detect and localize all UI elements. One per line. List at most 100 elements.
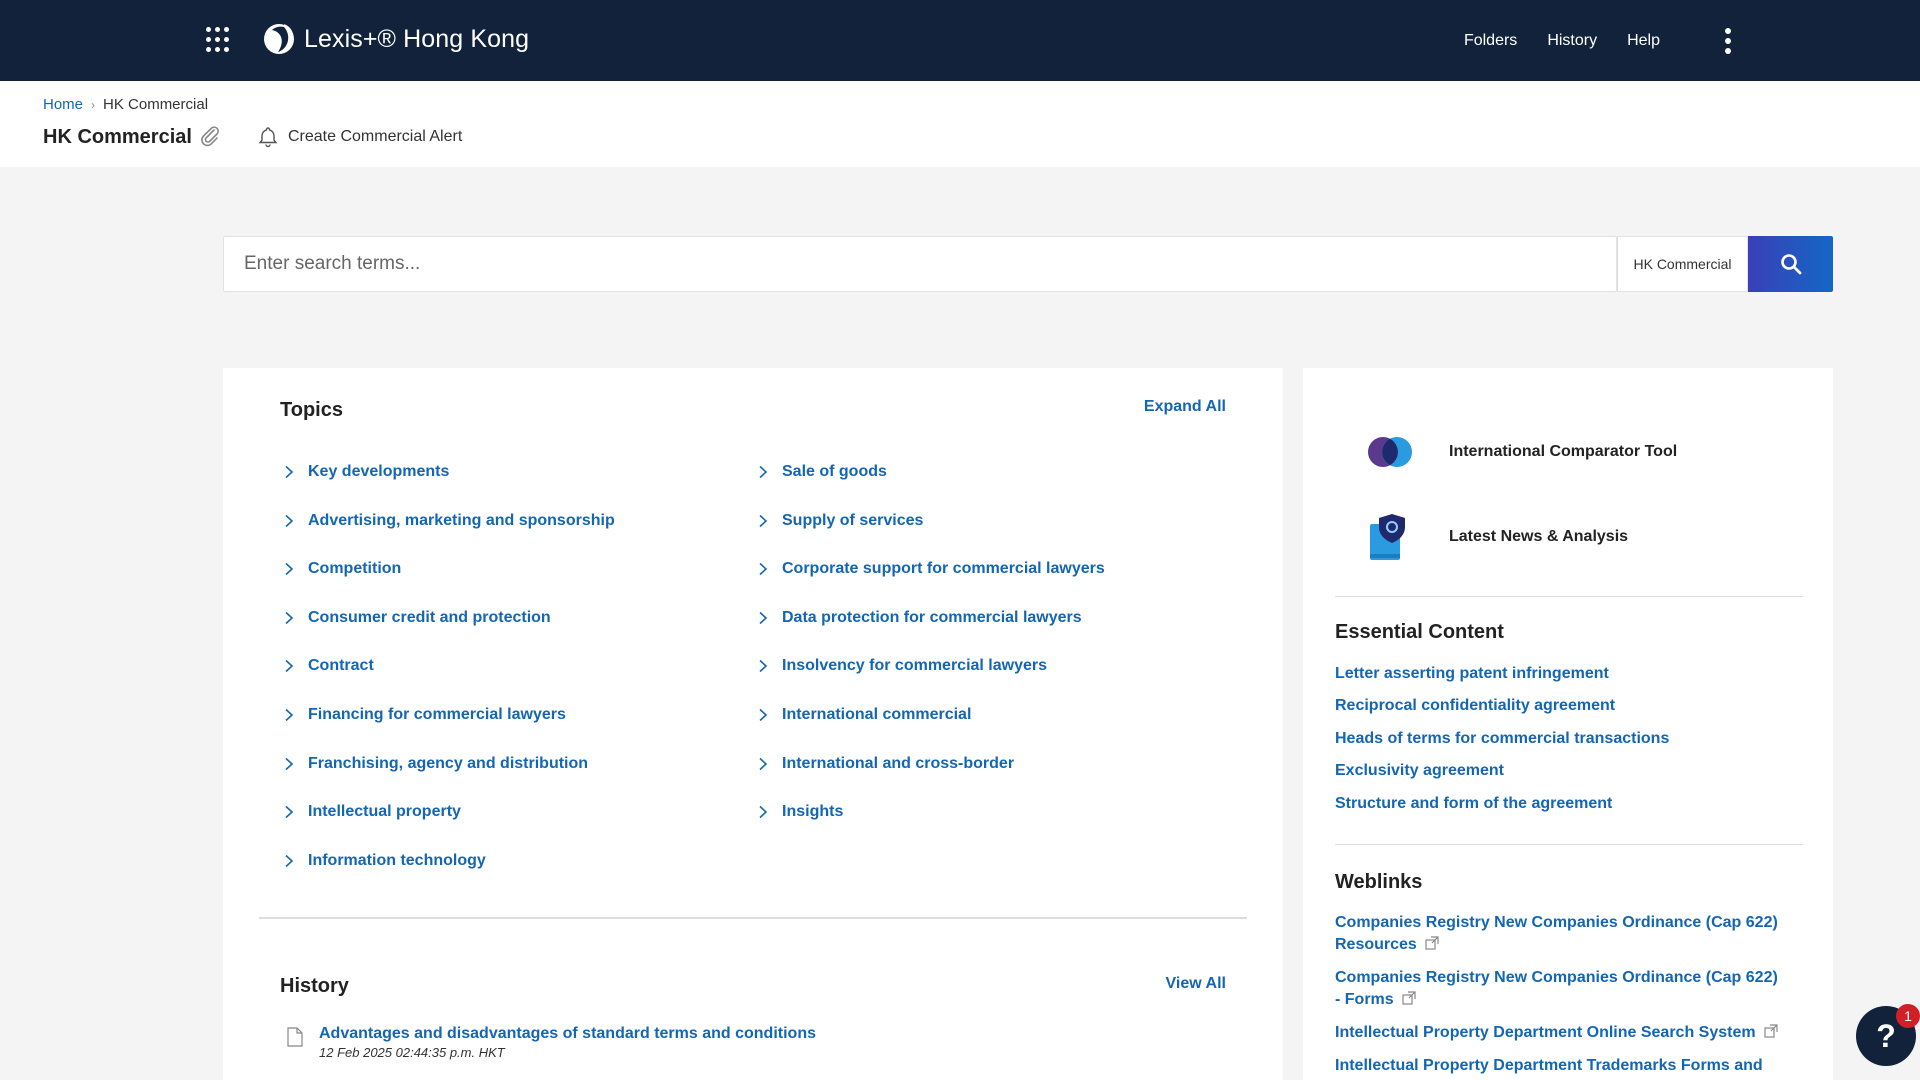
chevron-right-icon bbox=[759, 708, 768, 722]
topic-label: Competition bbox=[308, 560, 402, 578]
essential-link[interactable]: Exclusivity agreement bbox=[1335, 762, 1504, 780]
topic-item[interactable]: Corporate support for commercial lawyers bbox=[756, 560, 1105, 578]
topic-label: Insolvency for commercial lawyers bbox=[782, 657, 1048, 675]
topic-item[interactable]: Advertising, marketing and sponsorship bbox=[282, 512, 615, 530]
app-launcher-icon[interactable] bbox=[206, 27, 232, 53]
topic-item[interactable]: Insolvency for commercial lawyers bbox=[756, 657, 1047, 675]
search-icon bbox=[1780, 254, 1801, 275]
topic-item[interactable]: International and cross-border bbox=[756, 755, 1014, 773]
brand-name: Lexis+® Hong Kong bbox=[304, 24, 530, 53]
topic-item[interactable]: Key developments bbox=[282, 463, 449, 481]
topic-item[interactable]: International commercial bbox=[756, 706, 971, 724]
create-alert-button[interactable]: Create Commercial Alert bbox=[258, 126, 462, 148]
search-box bbox=[223, 236, 1618, 292]
topic-item[interactable]: Intellectual property bbox=[282, 803, 461, 821]
chevron-right-icon bbox=[759, 806, 768, 819]
topic-item[interactable]: Insights bbox=[756, 803, 843, 821]
history-item-title[interactable]: Advantages and disadvantages of standard… bbox=[319, 1025, 816, 1043]
topic-label: Consumer credit and protection bbox=[308, 608, 551, 626]
topic-item[interactable]: Contract bbox=[282, 657, 374, 675]
essential-link[interactable]: Heads of terms for commercial transactio… bbox=[1335, 730, 1669, 748]
topic-item[interactable]: Consumer credit and protection bbox=[282, 609, 551, 627]
topic-item[interactable]: Financing for commercial lawyers bbox=[282, 706, 566, 724]
latest-news-label: Latest News & Analysis bbox=[1449, 528, 1629, 545]
topic-item[interactable]: Data protection for commercial lawyers bbox=[756, 609, 1082, 627]
chevron-right-icon bbox=[285, 708, 294, 722]
chevron-right-icon bbox=[285, 806, 294, 819]
chevron-right-icon bbox=[285, 660, 294, 673]
weblinks-title: Weblinks bbox=[1335, 871, 1423, 893]
expand-all-button[interactable]: Expand All bbox=[1144, 398, 1226, 416]
chevron-right-icon bbox=[285, 514, 294, 527]
comparator-tool-link[interactable]: International Comparator Tool bbox=[1363, 425, 1677, 479]
chevron-right-icon bbox=[285, 465, 294, 479]
weblink-item[interactable]: Companies Registry New Companies Ordinan… bbox=[1335, 912, 1785, 956]
topic-label: International commercial bbox=[782, 706, 972, 723]
topic-label: Sale of goods bbox=[782, 463, 887, 480]
topic-item[interactable]: Supply of services bbox=[756, 512, 923, 530]
news-shield-icon bbox=[1370, 514, 1405, 560]
topic-label: Information technology bbox=[308, 851, 486, 869]
history-title: History bbox=[280, 975, 349, 997]
essential-link[interactable]: Letter asserting patent infringement bbox=[1335, 665, 1609, 683]
topic-label: Data protection for commercial lawyers bbox=[782, 608, 1082, 626]
topic-label: Key developments bbox=[308, 463, 450, 480]
notification-badge: 1 bbox=[1896, 1004, 1920, 1028]
nav-history[interactable]: History bbox=[1547, 32, 1597, 50]
essential-link[interactable]: Reciprocal confidentiality agreement bbox=[1335, 697, 1615, 715]
breadcrumb: Home › HK Commercial bbox=[43, 96, 208, 113]
chevron-right-icon bbox=[759, 514, 768, 527]
chevron-right-icon bbox=[285, 854, 294, 867]
topic-item[interactable]: Competition bbox=[282, 560, 401, 578]
create-alert-label: Create Commercial Alert bbox=[288, 128, 463, 145]
search-input[interactable] bbox=[224, 237, 1618, 291]
chevron-right-icon bbox=[285, 757, 294, 770]
page-title: HK Commercial bbox=[43, 126, 192, 148]
lexis-logo[interactable]: Lexis+® Hong Kong bbox=[262, 22, 529, 56]
nav-help[interactable]: Help bbox=[1627, 32, 1660, 50]
weblink-item[interactable]: Intellectual Property Department Online … bbox=[1335, 1022, 1785, 1044]
latest-news-link[interactable]: Latest News & Analysis bbox=[1363, 510, 1628, 564]
essential-link[interactable]: Structure and form of the agreement bbox=[1335, 795, 1612, 813]
topic-label: Corporate support for commercial lawyers bbox=[782, 560, 1105, 578]
topics-title: Topics bbox=[280, 399, 343, 421]
page-header: Home › HK Commercial HK Commercial Creat… bbox=[0, 81, 1920, 167]
weblink-item[interactable]: Companies Registry New Companies Ordinan… bbox=[1335, 967, 1785, 1011]
view-all-history-button[interactable]: View All bbox=[1166, 975, 1226, 993]
chevron-right-icon bbox=[759, 563, 768, 576]
sidebar-panel: International Comparator Tool Latest New… bbox=[1303, 368, 1833, 1080]
chevron-right-icon bbox=[285, 611, 294, 624]
topic-label: Supply of services bbox=[782, 511, 924, 529]
topic-item[interactable]: Sale of goods bbox=[756, 463, 887, 481]
topic-label: Advertising, marketing and sponsorship bbox=[308, 511, 615, 529]
essential-content-title: Essential Content bbox=[1335, 621, 1504, 643]
document-icon bbox=[287, 1027, 303, 1047]
topic-item[interactable]: Information technology bbox=[282, 852, 486, 870]
weblink-item[interactable]: Intellectual Property Department Tradema… bbox=[1335, 1055, 1785, 1077]
weblink-label: Intellectual Property Department Online … bbox=[1335, 1024, 1756, 1041]
chevron-right-icon bbox=[759, 611, 768, 624]
external-link-icon bbox=[1425, 936, 1439, 950]
paperclip-icon[interactable] bbox=[199, 125, 221, 147]
section-divider bbox=[1335, 596, 1803, 597]
more-options-icon[interactable] bbox=[1722, 28, 1734, 54]
section-divider bbox=[259, 917, 1247, 919]
chevron-right-icon bbox=[759, 757, 768, 770]
topic-item[interactable]: Franchising, agency and distribution bbox=[282, 755, 588, 773]
search-button[interactable] bbox=[1748, 236, 1833, 292]
search-scope-selector[interactable]: HK Commercial bbox=[1617, 236, 1748, 292]
weblink-label: Companies Registry New Companies Ordinan… bbox=[1335, 914, 1778, 953]
comparator-icon bbox=[1368, 437, 1412, 467]
chevron-right-icon bbox=[759, 465, 768, 479]
nav-folders[interactable]: Folders bbox=[1464, 32, 1517, 50]
breadcrumb-home[interactable]: Home bbox=[43, 96, 83, 113]
history-item-date: 12 Feb 2025 02:44:35 p.m. HKT bbox=[319, 1045, 505, 1060]
breadcrumb-current: HK Commercial bbox=[103, 96, 209, 113]
lexis-logo-icon bbox=[264, 24, 294, 54]
external-link-icon bbox=[1763, 1024, 1778, 1038]
topic-label: Insights bbox=[782, 803, 844, 821]
chevron-right-icon bbox=[285, 563, 294, 576]
topics-panel: Topics Expand All Key developments Advert… bbox=[223, 368, 1283, 1080]
chevron-right-icon bbox=[759, 660, 768, 673]
comparator-tool-label: International Comparator Tool bbox=[1449, 443, 1678, 460]
